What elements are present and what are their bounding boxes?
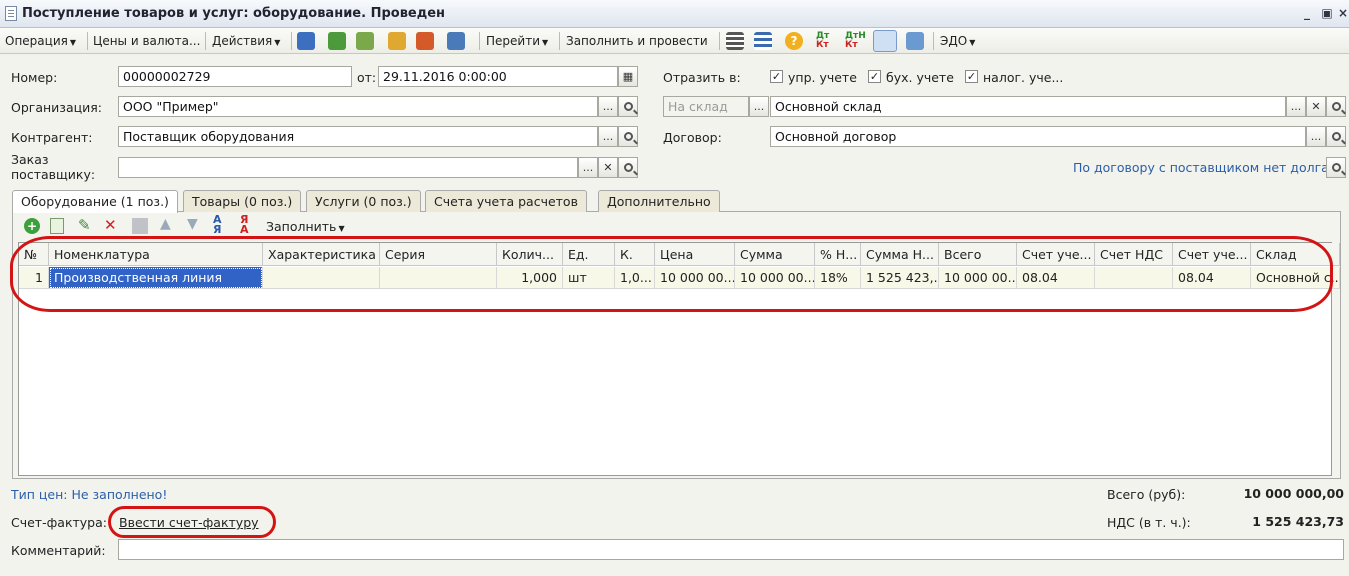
minimize-icon[interactable]: _	[1300, 7, 1314, 21]
highlight-oval-table	[10, 236, 1333, 312]
organization-select-button[interactable]: ...	[598, 96, 618, 117]
prices-currency-button[interactable]: Цены и валюта...	[93, 32, 200, 50]
warehouse-field[interactable]: Основной склад	[770, 96, 1286, 117]
tax-accounting-checkbox[interactable]: ✓	[965, 70, 978, 83]
warehouse-select-button[interactable]: ...	[1286, 96, 1306, 117]
highlight-oval-invoice	[108, 506, 276, 538]
refresh-icon[interactable]	[328, 32, 346, 50]
debt-status-link[interactable]: По договору с поставщиком нет долга	[1073, 160, 1329, 175]
vat-label: НДС (в т. ч.):	[1107, 515, 1191, 530]
mgmt-accounting-checkbox[interactable]: ✓	[770, 70, 783, 83]
add-row-icon[interactable]: +	[24, 218, 40, 234]
structure-icon[interactable]	[447, 32, 465, 50]
edo-menu[interactable]: ЭДО ▼	[940, 32, 975, 50]
contract-label: Договор:	[663, 130, 722, 145]
contractor-label: Контрагент:	[11, 130, 93, 145]
fill-and-post-button[interactable]: Заполнить и провести	[566, 32, 708, 50]
move-down-icon[interactable]: ▼	[187, 216, 198, 232]
calendar-icon[interactable]: ▦	[618, 66, 638, 87]
comment-field[interactable]	[118, 539, 1344, 560]
copy-row-icon[interactable]	[50, 218, 64, 234]
book-accounting-label: бух. учете	[886, 70, 954, 85]
restore-icon[interactable]: ▣	[1320, 7, 1334, 21]
contractor-select-button[interactable]: ...	[598, 126, 618, 147]
book-accounting-checkbox[interactable]: ✓	[868, 70, 881, 83]
edit-row-icon[interactable]: ✎	[78, 216, 91, 234]
copy-icon[interactable]	[356, 32, 374, 50]
to-warehouse-field[interactable]: На склад	[663, 96, 749, 117]
actions-menu[interactable]: Действия ▼	[212, 32, 280, 50]
total-label: Всего (руб):	[1107, 487, 1186, 502]
organization-label: Организация:	[11, 100, 102, 115]
tab-goods[interactable]: Товары (0 поз.)	[183, 190, 302, 212]
goto-menu[interactable]: Перейти ▼	[486, 32, 548, 50]
warehouse-search-icon[interactable]	[1326, 96, 1346, 117]
order-select-button[interactable]: ...	[578, 157, 598, 178]
warehouse-clear-icon[interactable]: ✕	[1306, 96, 1326, 117]
main-toolbar: Операция ▼ Цены и валюта... Действия ▼ Пер…	[0, 28, 1349, 54]
contractor-search-icon[interactable]	[618, 126, 638, 147]
fill-menu[interactable]: Заполнить ▼	[266, 218, 345, 236]
date-field[interactable]: 29.11.2016 0:00:00	[378, 66, 618, 87]
to-warehouse-select-button[interactable]: ...	[749, 96, 769, 117]
sort-desc-icon[interactable]: ЯА	[240, 214, 249, 235]
checklist-icon[interactable]	[754, 32, 772, 50]
comment-label: Комментарий:	[11, 543, 106, 558]
contract-select-button[interactable]: ...	[1306, 126, 1326, 147]
help-icon[interactable]: ?	[785, 32, 803, 50]
move-up-icon[interactable]: ▲	[160, 216, 171, 232]
title-bar: Поступление товаров и услуг: оборудовани…	[0, 0, 1349, 28]
dtn-kt-icon[interactable]: ДтН Кт	[845, 32, 866, 50]
tab-equipment[interactable]: Оборудование (1 поз.)	[12, 190, 178, 213]
document-icon	[5, 6, 17, 21]
sort-asc-icon[interactable]: АЯ	[213, 214, 222, 235]
tab-services[interactable]: Услуги (0 поз.)	[306, 190, 421, 212]
contractor-field[interactable]: Поставщик оборудования	[118, 126, 598, 147]
export-icon[interactable]	[416, 32, 434, 50]
settings-icon[interactable]	[873, 30, 897, 52]
close-icon[interactable]: ×	[1336, 7, 1349, 21]
organization-search-icon[interactable]	[618, 96, 638, 117]
organization-field[interactable]: ООО "Пример"	[118, 96, 598, 117]
delete-row-icon[interactable]: ✕	[104, 216, 117, 234]
number-field[interactable]: 00000002729	[118, 66, 352, 87]
order-label: Заказ поставщику:	[11, 152, 96, 182]
window-title: Поступление товаров и услуг: оборудовани…	[22, 6, 446, 21]
price-type-link[interactable]: Тип цен: Не заполнено!	[11, 487, 167, 502]
vat-value: 1 525 423,73	[1252, 514, 1344, 529]
total-value: 10 000 000,00	[1243, 486, 1344, 501]
post-icon[interactable]	[297, 32, 315, 50]
tab-settlement-accounts[interactable]: Счета учета расчетов	[425, 190, 587, 212]
contract-search-icon[interactable]	[1326, 126, 1346, 147]
reflect-label: Отразить в:	[663, 70, 741, 85]
end-edit-icon[interactable]	[132, 218, 148, 234]
list-icon[interactable]	[726, 32, 744, 50]
dt-kt-icon[interactable]: Дт Кт	[816, 32, 834, 50]
number-label: Номер:	[11, 70, 58, 85]
contract-field[interactable]: Основной договор	[770, 126, 1306, 147]
tab-additional[interactable]: Дополнительно	[598, 190, 720, 212]
order-field[interactable]	[118, 157, 578, 178]
order-clear-icon[interactable]: ✕	[598, 157, 618, 178]
print-icon[interactable]	[906, 32, 924, 50]
tax-accounting-label: налог. уче...	[983, 70, 1064, 85]
debt-search-icon[interactable]	[1326, 157, 1346, 178]
order-search-icon[interactable]	[618, 157, 638, 178]
invoice-label: Счет-фактура:	[11, 515, 107, 530]
date-label: от:	[357, 70, 377, 85]
import-icon[interactable]	[388, 32, 406, 50]
operation-menu[interactable]: Операция ▼	[5, 32, 76, 50]
mgmt-accounting-label: упр. учете	[788, 70, 857, 85]
